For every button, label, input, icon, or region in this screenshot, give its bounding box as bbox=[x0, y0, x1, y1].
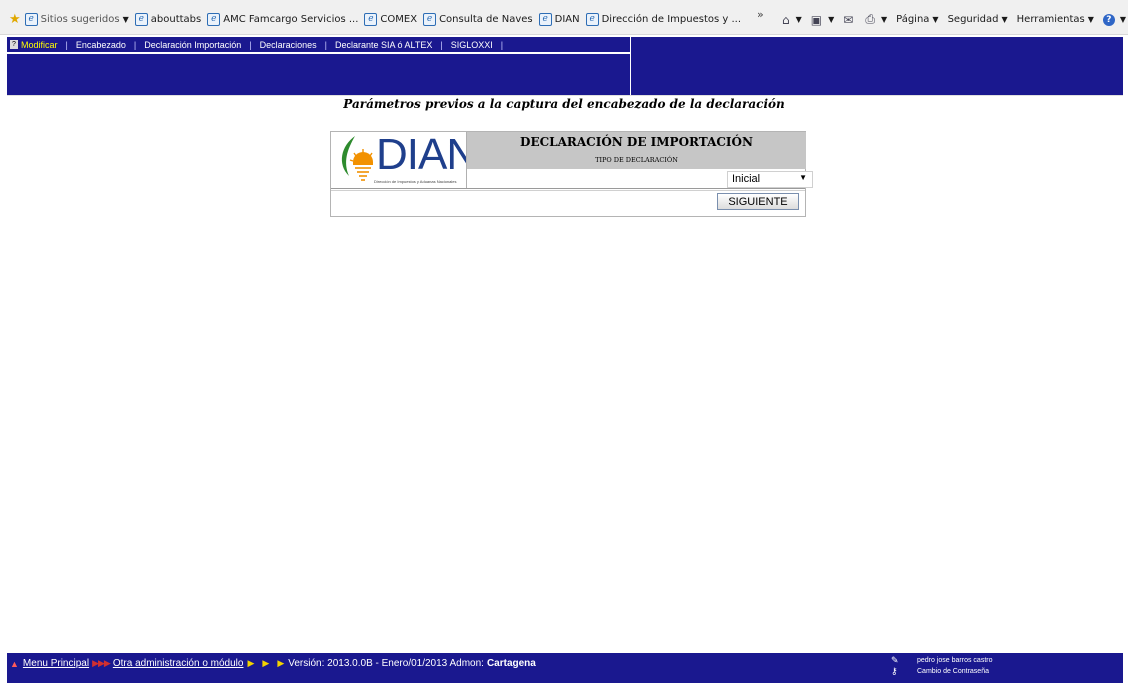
dian-sun-icon bbox=[341, 136, 373, 181]
ie-page-icon: e bbox=[24, 13, 38, 26]
favorite-link-comex[interactable]: e COMEX bbox=[364, 13, 417, 26]
arrow-icons: ▶▶▶ bbox=[92, 658, 111, 668]
favorite-label: Consulta de Naves bbox=[439, 14, 533, 25]
menu-separator: | bbox=[500, 39, 504, 50]
form-header: DECLARACIÓN DE IMPORTACIÓN TIPO DE DECLA… bbox=[466, 132, 806, 169]
page-menu[interactable]: Página ▼ bbox=[896, 14, 938, 25]
favorites-star-icon[interactable]: ★ bbox=[9, 12, 21, 27]
app-menu-bar: ? Modificar | Encabezado | Declaración I… bbox=[7, 37, 630, 52]
page-menu-label: Página bbox=[896, 14, 930, 25]
ie-page-icon: e bbox=[585, 13, 599, 26]
header-right-panel bbox=[631, 37, 1123, 95]
version-text: Versión: 2013.0.0B - Enero/01/2013 Admon… bbox=[288, 658, 484, 669]
favorite-label: abouttabs bbox=[150, 14, 202, 25]
user-name: pedro jose barros castro bbox=[917, 657, 993, 664]
favorite-label: COMEX bbox=[380, 14, 418, 25]
menu-separator: | bbox=[65, 39, 68, 50]
chevron-down-icon: ▼ bbox=[799, 173, 807, 182]
tipo-row: Inicial ▼ bbox=[466, 169, 813, 188]
home-button[interactable]: ⌂ ▼ bbox=[782, 13, 802, 27]
dian-logo: DIAN Dirección de Impuestos y Aduanas Na… bbox=[331, 132, 478, 188]
otra-administracion-link[interactable]: Otra administración o módulo bbox=[113, 658, 244, 669]
favorite-label: AMC Famcargo Servicios ... bbox=[223, 14, 359, 25]
ie-page-icon: e bbox=[423, 13, 437, 26]
favorite-link-naves[interactable]: e Consulta de Naves bbox=[423, 13, 533, 26]
home-icon: ▲ bbox=[10, 658, 19, 669]
footer-bar: ▲ Menu Principal ▶▶▶ Otra administración… bbox=[7, 653, 1123, 683]
favorite-label: DIAN bbox=[554, 14, 580, 25]
menu-item-declaraciones[interactable]: Declaraciones bbox=[260, 40, 317, 50]
form-divider bbox=[331, 190, 805, 191]
menu-separator: | bbox=[249, 39, 252, 50]
chevron-down-icon: ▼ bbox=[932, 15, 939, 24]
home-icon: ⌂ bbox=[782, 12, 790, 27]
favorite-link-sitios[interactable]: e Sitios sugeridos ▼ bbox=[24, 13, 129, 26]
favorites-list: ★ e Sitios sugeridos ▼ e abouttabs e AMC… bbox=[9, 12, 747, 27]
favorite-link-dian[interactable]: e DIAN bbox=[538, 13, 580, 26]
divider bbox=[7, 95, 1123, 96]
command-bar: ⌂ ▼ ▣ ▼ ✉ ⎙ ▼ Página ▼ Seguridad ▼ Herra… bbox=[782, 12, 1128, 27]
favorite-link-abouttabs[interactable]: e abouttabs bbox=[134, 13, 202, 26]
arrow-icon: ▶ bbox=[262, 658, 270, 668]
logo-text: DIAN bbox=[376, 130, 478, 179]
menu-item-declaracion-importacion[interactable]: Declaración Importación bbox=[144, 40, 241, 50]
favorite-label: Sitios sugeridos bbox=[40, 14, 120, 25]
ie-page-icon: e bbox=[364, 13, 378, 26]
mail-icon: ✉ bbox=[843, 12, 854, 27]
form-title: DECLARACIÓN DE IMPORTACIÓN bbox=[520, 135, 753, 149]
form-divider bbox=[331, 188, 805, 189]
feeds-button[interactable]: ▣ ▼ bbox=[811, 13, 835, 27]
printer-icon: ⎙ bbox=[865, 12, 875, 26]
header-band bbox=[7, 53, 631, 96]
menu-item-modificar[interactable]: Modificar bbox=[21, 40, 58, 50]
rss-icon: ▣ bbox=[810, 12, 823, 27]
arrow-icon: ▶ bbox=[277, 658, 285, 668]
chevron-down-icon: ▼ bbox=[1001, 15, 1008, 24]
chevron-down-icon: ▼ bbox=[828, 15, 835, 24]
ie-page-icon: e bbox=[538, 13, 552, 26]
change-password-link[interactable]: Cambio de Contraseña bbox=[917, 666, 989, 677]
ie-page-icon: e bbox=[207, 13, 221, 26]
chevron-down-icon: ▼ bbox=[1119, 15, 1127, 24]
user-panel: ✎ pedro jose barros castro ⚷ Cambio de C… bbox=[891, 655, 992, 677]
footer-nav: ▲ Menu Principal ▶▶▶ Otra administración… bbox=[10, 658, 536, 669]
safety-menu-label: Seguridad bbox=[947, 14, 999, 25]
mail-button[interactable]: ✉ bbox=[843, 13, 856, 27]
page-title: Parámetros previos a la captura del enca… bbox=[343, 97, 785, 111]
menu-separator: | bbox=[133, 39, 137, 50]
menu-separator: | bbox=[324, 39, 328, 50]
select-value: Inicial bbox=[732, 173, 761, 185]
favorite-label: Dirección de Impuestos y ... bbox=[601, 14, 742, 25]
favorites-overflow-icon[interactable]: » bbox=[757, 8, 764, 21]
ie-page-icon: e bbox=[134, 13, 148, 26]
favorite-link-direccion[interactable]: e Dirección de Impuestos y ... bbox=[585, 13, 742, 26]
print-button[interactable]: ⎙ ▼ bbox=[865, 12, 887, 27]
help-icon: ? bbox=[1102, 13, 1115, 26]
tipo-declaracion-select[interactable]: Inicial ▼ bbox=[727, 171, 813, 188]
declaration-form: DIAN Dirección de Impuestos y Aduanas Na… bbox=[330, 131, 813, 217]
chevron-down-icon: ▼ bbox=[880, 15, 888, 24]
menu-item-declarante[interactable]: Declarante SIA ó ALTEX bbox=[335, 40, 432, 50]
chevron-down-icon: ▼ bbox=[795, 15, 802, 24]
logo-caption: Dirección de Impuestos y Aduanas Naciona… bbox=[374, 179, 457, 184]
siguiente-button[interactable]: SIGUIENTE bbox=[717, 193, 799, 210]
help-menu[interactable]: ? ▼ bbox=[1102, 13, 1127, 26]
menu-principal-link[interactable]: Menu Principal bbox=[23, 658, 89, 669]
form-subtitle: TIPO DE DECLARACIÓN bbox=[595, 156, 678, 164]
menu-item-encabezado[interactable]: Encabezado bbox=[76, 40, 126, 50]
chevron-down-icon: ▼ bbox=[122, 15, 129, 24]
key-icon: ⚷ bbox=[891, 666, 898, 676]
safety-menu[interactable]: Seguridad ▼ bbox=[948, 14, 1008, 25]
menu-item-sigloxxi[interactable]: SIGLOXXI bbox=[451, 40, 493, 50]
help-icon[interactable]: ? bbox=[10, 40, 18, 49]
chevron-down-icon: ▼ bbox=[1087, 15, 1094, 24]
arrow-icon: ▶ bbox=[247, 658, 255, 668]
browser-favorites-bar: ★ e Sitios sugeridos ▼ e abouttabs e AMC… bbox=[0, 0, 1128, 35]
favorite-link-amc[interactable]: e AMC Famcargo Servicios ... bbox=[207, 13, 358, 26]
menu-separator: | bbox=[440, 39, 443, 50]
tools-menu[interactable]: Herramientas ▼ bbox=[1017, 14, 1094, 25]
tools-menu-label: Herramientas bbox=[1016, 14, 1085, 25]
user-icon: ✎ bbox=[891, 655, 899, 665]
admon-value: Cartagena bbox=[486, 658, 536, 669]
